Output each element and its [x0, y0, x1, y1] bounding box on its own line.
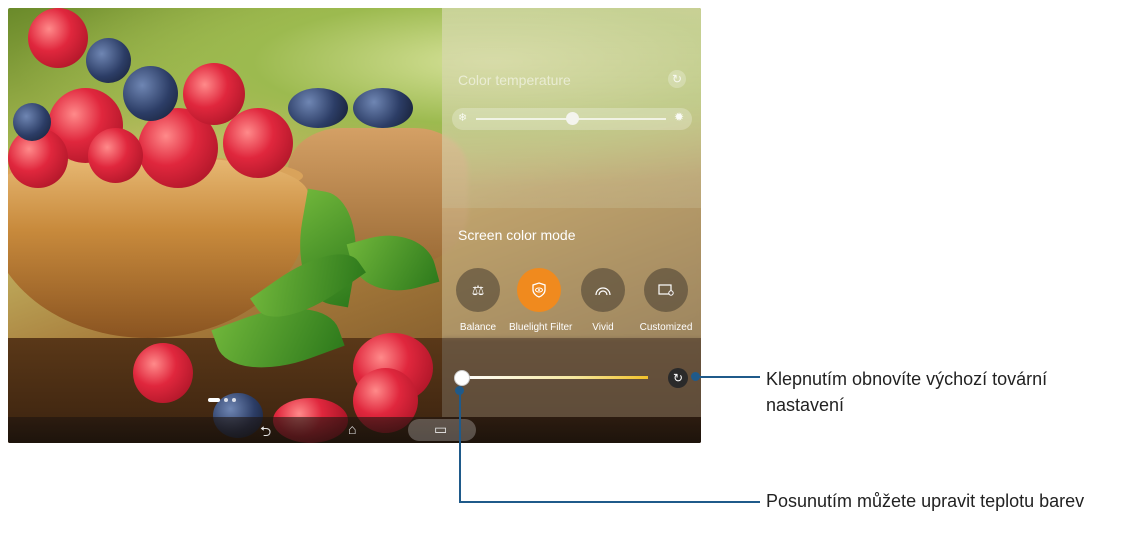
sun-icon: ✹ — [674, 110, 685, 124]
home-icon[interactable]: ⌂ — [348, 421, 356, 437]
blueberry — [353, 88, 413, 128]
blueberry — [288, 88, 348, 128]
blueberry — [13, 103, 51, 141]
back-icon[interactable]: ⮌ — [260, 421, 271, 443]
raspberry — [133, 343, 193, 403]
color-temperature-thumb[interactable] — [566, 112, 579, 125]
screen-color-mode-title: Screen color mode — [458, 227, 576, 243]
filter-slider-area: ↻ — [442, 338, 701, 417]
tablet-screen: Color temperature ↻ ❄ ✹ Screen color mod… — [8, 8, 701, 443]
mode-bluelight-filter[interactable]: Bluelight Filter — [509, 268, 573, 333]
splendid-panel: Color temperature ↻ ❄ ✹ Screen color mod… — [442, 8, 701, 417]
raspberry — [88, 128, 143, 183]
mode-vivid[interactable]: Vivid — [573, 268, 633, 333]
callout-slider-text: Posunutím můžete upravit teplotu barev — [766, 491, 1085, 511]
blueberry — [123, 66, 178, 121]
navigation-bar: ⮌ ⌂ ▭ — [8, 417, 701, 443]
rainbow-icon — [581, 268, 625, 312]
callout-line — [698, 376, 760, 378]
mode-customized[interactable]: Customized — [636, 268, 696, 333]
eye-shield-icon — [517, 268, 561, 312]
snowflake-icon: ❄ — [458, 112, 468, 124]
mode-balance[interactable]: ⚖ Balance — [448, 268, 508, 333]
recent-apps-icon[interactable]: ▭ — [434, 421, 447, 438]
mode-label: Vivid — [592, 322, 614, 333]
raspberry — [223, 108, 293, 178]
blackberry — [86, 38, 131, 83]
monitor-settings-icon — [644, 268, 688, 312]
filter-slider-track[interactable] — [462, 376, 648, 379]
mode-label: Bluelight Filter — [509, 322, 573, 333]
raspberry — [28, 8, 88, 68]
color-temperature-title: Color temperature — [458, 72, 571, 88]
page-indicator — [208, 398, 236, 402]
filter-slider-thumb[interactable] — [454, 370, 470, 386]
callout-line — [459, 390, 461, 502]
mode-label: Customized — [639, 322, 693, 333]
callout-reset-text: Klepnutím obnovíte výchozí tovární nasta… — [766, 369, 1048, 415]
refresh-icon[interactable]: ↻ — [668, 368, 688, 388]
refresh-icon[interactable]: ↻ — [668, 70, 686, 88]
mode-label: Balance — [459, 322, 497, 333]
scale-icon: ⚖ — [456, 268, 500, 312]
callout-line — [459, 501, 760, 503]
